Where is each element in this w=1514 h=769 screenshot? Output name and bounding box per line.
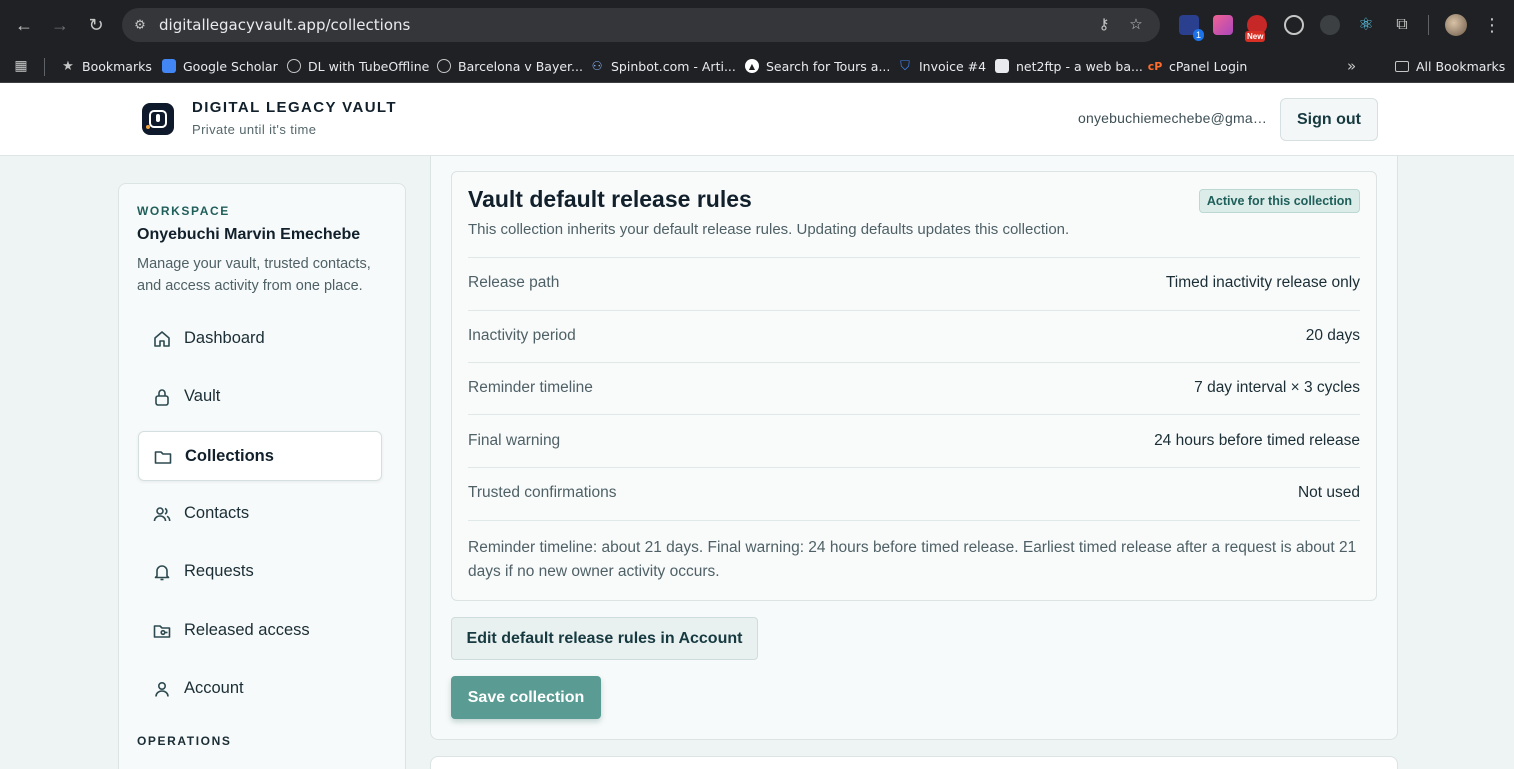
- workspace-description: Manage your vault, trusted contacts, and…: [137, 256, 371, 294]
- users-icon: [153, 507, 171, 522]
- extension-new-icon[interactable]: New: [1245, 15, 1267, 42]
- react-devtools-icon[interactable]: ⚛: [1356, 15, 1376, 35]
- sidebar-item-label: Collections: [185, 447, 274, 465]
- browser-toolbar: ← → ↻ ⚙ digitallegacyvault.app/collectio…: [0, 0, 1514, 50]
- password-key-icon[interactable]: ⚷: [1093, 15, 1115, 35]
- globe-icon: [437, 59, 451, 73]
- profile-avatar[interactable]: [1445, 14, 1467, 36]
- reload-icon[interactable]: ↻: [84, 13, 108, 37]
- address-url[interactable]: digitallegacyvault.app/collections: [159, 16, 410, 34]
- divider: [468, 310, 1360, 311]
- sidebar-item-collections[interactable]: Collections: [138, 431, 382, 481]
- vault-logo-icon[interactable]: [142, 103, 174, 135]
- rule-value-reminder-timeline: 7 day interval × 3 cycles: [1194, 379, 1360, 396]
- cpanel-icon: cP: [1147, 59, 1163, 73]
- site-settings-icon[interactable]: ⚙: [132, 17, 148, 33]
- rule-label-inactivity-period: Inactivity period: [468, 327, 576, 344]
- extensions-puzzle-icon[interactable]: ⧉: [1392, 15, 1412, 35]
- rule-value-trusted-confirmations: Not used: [1297, 484, 1360, 501]
- rule-label-release-path: Release path: [468, 274, 560, 291]
- bookmark-item[interactable]: ▲ Search for Tours a...: [745, 57, 890, 75]
- user-email: onyebuchiemechebe@gmail.com: [1078, 110, 1270, 126]
- edit-default-rules-button[interactable]: Edit default release rules in Account: [451, 617, 758, 660]
- next-panel: [430, 756, 1398, 769]
- bookmarks-bar: ▦ ★ Bookmarks Google Scholar DL with Tube…: [0, 50, 1514, 83]
- star-icon: ★: [62, 58, 74, 74]
- rule-value-release-path: Timed inactivity release only: [1165, 274, 1360, 291]
- bookmarks-divider: [44, 58, 45, 76]
- page-icon: [995, 59, 1009, 73]
- sidebar-item-label: Account: [184, 679, 244, 697]
- extension-new-badge: New: [1245, 31, 1266, 42]
- status-badge: Active for this collection: [1199, 189, 1360, 213]
- user-icon: [155, 681, 169, 697]
- folder-icon: [154, 451, 172, 464]
- divider: [468, 362, 1360, 363]
- workspace-label: WORKSPACE: [137, 204, 230, 218]
- sidebar-item-dashboard[interactable]: Dashboard: [138, 314, 382, 364]
- sign-out-button[interactable]: Sign out: [1280, 98, 1378, 141]
- globe-icon: [287, 59, 301, 73]
- sidebar-item-vault[interactable]: Vault: [138, 372, 382, 422]
- bell-icon: [154, 565, 170, 581]
- lock-icon: [155, 389, 169, 406]
- sidebar-item-label: Released access: [184, 621, 310, 639]
- bookmark-item[interactable]: cP cPanel Login: [1147, 57, 1248, 75]
- home-icon: [154, 331, 170, 347]
- forward-icon[interactable]: →: [48, 13, 72, 37]
- address-bar[interactable]: ⚙ digitallegacyvault.app/collections ⚷ ☆: [122, 8, 1160, 42]
- bookmark-item[interactable]: ⛉ Invoice #4: [898, 57, 986, 75]
- bookmark-item[interactable]: DL with TubeOffline: [287, 57, 429, 75]
- sidebar-item-released-access[interactable]: Released access: [138, 606, 382, 656]
- sidebar-item-label: Requests: [184, 562, 254, 580]
- bookmark-star-icon[interactable]: ☆: [1125, 15, 1147, 35]
- divider: [468, 414, 1360, 415]
- sidebar-item-label: Vault: [184, 387, 221, 405]
- rule-label-final-warning: Final warning: [468, 432, 561, 449]
- sidebar-item-requests[interactable]: Requests: [138, 547, 382, 597]
- save-collection-button[interactable]: Save collection: [451, 676, 601, 719]
- scholar-icon: [162, 59, 176, 73]
- extension-target-icon[interactable]: [1284, 15, 1304, 35]
- rule-value-inactivity-period: 20 days: [1305, 327, 1360, 344]
- extension-badge-count: 1: [1192, 29, 1204, 41]
- workspace-name: Onyebuchi Marvin Emechebe: [137, 226, 361, 243]
- extension-gradient-icon[interactable]: [1213, 15, 1233, 35]
- back-icon[interactable]: ←: [12, 13, 36, 37]
- rule-value-final-warning: 24 hours before timed release: [1154, 432, 1360, 449]
- apps-grid-icon[interactable]: ▦: [14, 57, 35, 75]
- rules-title: Vault default release rules: [468, 186, 752, 212]
- shield-icon: ⛉: [900, 58, 910, 74]
- bookmark-item[interactable]: ⚇ Spinbot.com - Arti...: [590, 57, 736, 75]
- bookmark-item[interactable]: Google Scholar: [162, 57, 278, 75]
- brand-name[interactable]: DIGITAL LEGACY VAULT: [192, 99, 397, 116]
- more-bookmarks-chevron-icon[interactable]: »: [1347, 57, 1356, 75]
- rule-label-trusted-confirmations: Trusted confirmations: [468, 484, 617, 501]
- triangle-icon: ▲: [745, 59, 759, 73]
- browser-menu-icon[interactable]: ⋮: [1483, 13, 1501, 37]
- bookmark-item[interactable]: ★ Bookmarks: [61, 57, 152, 75]
- operations-label: OPERATIONS: [137, 734, 232, 748]
- bookmark-item[interactable]: Barcelona v Bayer...: [437, 57, 583, 75]
- divider: [468, 467, 1360, 468]
- release-timeline-summary: Reminder timeline: about 21 days. Final …: [468, 539, 1357, 580]
- rule-label-reminder-timeline: Reminder timeline: [468, 379, 593, 396]
- spinbot-icon: ⚇: [591, 59, 603, 73]
- sidebar-item-label: Dashboard: [184, 329, 265, 347]
- sidebar-item-label: Contacts: [184, 504, 250, 522]
- brand-tagline: Private until it's time: [192, 122, 317, 137]
- divider: [468, 520, 1360, 521]
- folder-icon: [1395, 60, 1409, 72]
- sidebar-item-contacts[interactable]: Contacts: [138, 489, 382, 539]
- rules-subtitle: This collection inherits your default re…: [468, 221, 1070, 238]
- extension-gear-icon[interactable]: [1320, 15, 1340, 35]
- extension-icon[interactable]: 1: [1179, 15, 1204, 41]
- bookmark-item[interactable]: net2ftp - a web ba...: [995, 57, 1143, 75]
- all-bookmarks-folder[interactable]: All Bookmarks: [1395, 57, 1505, 75]
- folder-open-icon: [153, 625, 171, 638]
- toolbar-divider: [1428, 15, 1429, 35]
- divider: [468, 257, 1360, 258]
- sidebar-item-account[interactable]: Account: [138, 664, 382, 714]
